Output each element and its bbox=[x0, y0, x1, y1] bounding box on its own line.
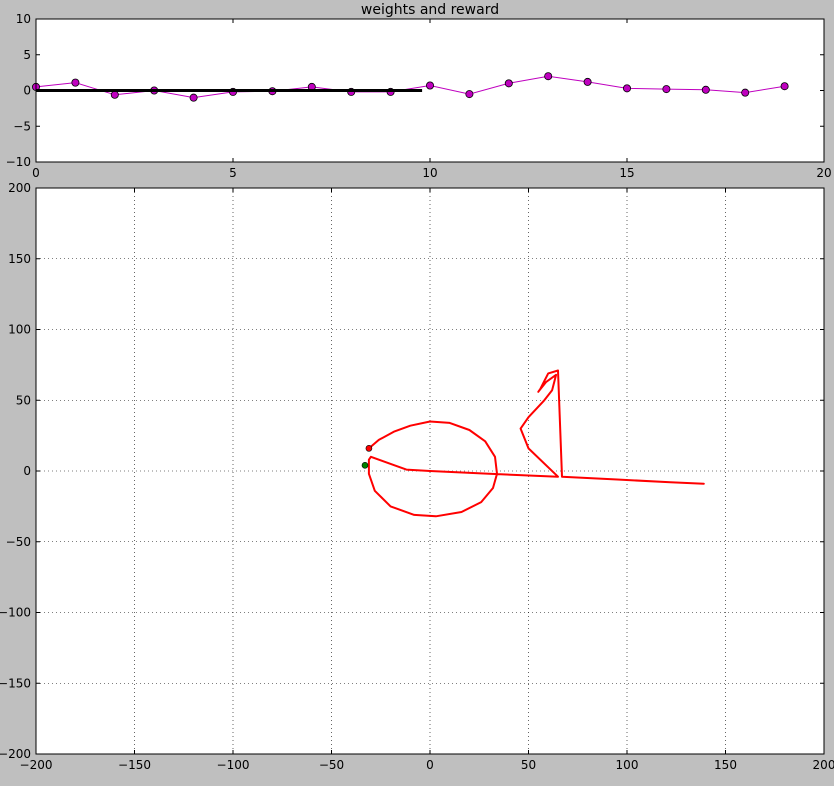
chart1-ytick-label-5: 50 bbox=[16, 393, 31, 407]
chart1-ytick-label-8: 200 bbox=[8, 181, 31, 195]
chart0-xtick-label-2: 10 bbox=[422, 166, 437, 180]
chart1-xtick-label-8: 200 bbox=[813, 758, 834, 772]
chart0-title: weights and reward bbox=[361, 2, 499, 18]
chart1-xtick-label-6: 100 bbox=[616, 758, 639, 772]
chart1-series-2-point-0 bbox=[361, 462, 369, 469]
chart0-series-0-point-4 bbox=[189, 93, 198, 102]
chart0-series-0-point-14 bbox=[583, 77, 592, 86]
chart0-series-0-point-17 bbox=[701, 85, 710, 94]
chart0-xtick-label-1: 5 bbox=[229, 166, 237, 180]
trajectory-chart: −200 −150 −100 −50 0 50 100 150 200−200−150−100−… bbox=[0, 181, 834, 772]
chart0-series-0-point-2 bbox=[110, 90, 119, 99]
chart0-xtick-label-0: 0 bbox=[32, 166, 40, 180]
chart0-series-0-point-15 bbox=[623, 84, 632, 93]
chart0-ytick-label-2: 0 bbox=[23, 84, 31, 98]
chart1-xtick-label-7: 150 bbox=[714, 758, 737, 772]
chart0-series-0-point-1 bbox=[71, 78, 80, 87]
chart0-series-0-point-10 bbox=[425, 81, 434, 90]
chart0-series-0-point-16 bbox=[662, 85, 671, 94]
chart0-ytick-label-0: −10 bbox=[6, 155, 31, 169]
chart1-xtick-label-4: 0 bbox=[426, 758, 434, 772]
chart0-series-0-point-13 bbox=[544, 72, 553, 81]
chart1-ytick-label-0: −200 bbox=[0, 747, 31, 761]
chart1-ytick-label-6: 100 bbox=[8, 323, 31, 337]
chart0-xtick-label-3: 15 bbox=[619, 166, 634, 180]
chart0-series-0-point-18 bbox=[741, 88, 750, 97]
chart1-xtick-label-1: −150 bbox=[118, 758, 151, 772]
chart1-ytick-label-3: −50 bbox=[6, 535, 31, 549]
chart0-ytick-label-4: 10 bbox=[16, 12, 31, 26]
chart1-series-1-point-0 bbox=[365, 445, 373, 452]
chart1-ytick-label-1: −150 bbox=[0, 676, 31, 690]
chart1-xtick-label-5: 50 bbox=[521, 758, 536, 772]
chart1-ytick-label-4: 0 bbox=[23, 464, 31, 478]
chart1-xtick-label-3: −50 bbox=[319, 758, 344, 772]
chart0-series-0-point-19 bbox=[780, 82, 789, 91]
chart0-ytick-label-3: 5 bbox=[23, 48, 31, 62]
chart0-xtick-label-4: 20 bbox=[816, 166, 831, 180]
chart0-series-0-point-11 bbox=[465, 90, 474, 99]
chart1-ytick-label-2: −100 bbox=[0, 606, 31, 620]
figure: weights and reward 0 5 10 15 20−10−50510 −20… bbox=[0, 2, 834, 772]
chart0-ytick-label-1: −5 bbox=[13, 119, 31, 133]
chart0-series-0-point-12 bbox=[504, 79, 513, 88]
chart1-ytick-label-7: 150 bbox=[8, 252, 31, 266]
chart1-xtick-label-2: −100 bbox=[217, 758, 250, 772]
weights-reward-chart: weights and reward 0 5 10 15 20 −10 −5 0 5 10 bbox=[6, 2, 832, 180]
